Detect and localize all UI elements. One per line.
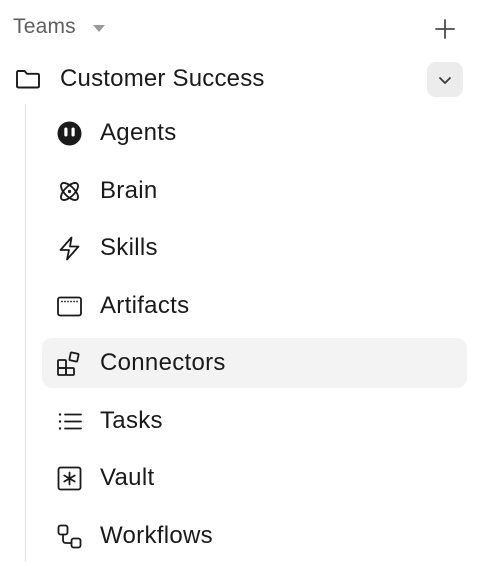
- sidebar-item-label: Tasks: [100, 407, 163, 434]
- sidebar-item-tasks[interactable]: Tasks: [42, 396, 467, 446]
- sidebar-item-label: Vault: [100, 464, 155, 491]
- chevron-down-icon: [439, 77, 451, 84]
- sidebar-item-label: Agents: [100, 119, 177, 146]
- asterisk-box-icon: [57, 466, 82, 491]
- blocks-icon: [57, 351, 80, 376]
- sidebar-item-workflows[interactable]: Workflows: [42, 511, 467, 561]
- window-icon: [57, 296, 82, 317]
- sidebar-item-vault[interactable]: Vault: [42, 453, 467, 503]
- sidebar-item-label: Skills: [100, 234, 158, 261]
- list-icon: [58, 413, 82, 430]
- teams-header: Teams: [0, 8, 478, 48]
- workflow-icon: [57, 524, 82, 549]
- lightning-icon: [59, 236, 80, 261]
- sidebar-item-label: Connectors: [100, 349, 226, 376]
- sidebar-item-agents[interactable]: Agents: [42, 108, 467, 158]
- sidebar-item-artifacts[interactable]: Artifacts: [42, 281, 467, 331]
- atom-icon: [60, 182, 79, 201]
- team-name: Customer Success: [60, 65, 265, 92]
- sidebar-item-skills[interactable]: Skills: [42, 223, 467, 273]
- sidebar-item-label: Artifacts: [100, 292, 190, 319]
- team-collapse-button[interactable]: [427, 62, 463, 97]
- sidebar-item-brain[interactable]: Brain: [42, 166, 467, 216]
- folder-icon: [16, 70, 40, 89]
- team-row-customer-success[interactable]: Customer Success: [0, 56, 478, 102]
- teams-title[interactable]: Teams: [13, 15, 76, 39]
- sidebar-item-connectors[interactable]: Connectors: [42, 338, 467, 388]
- sidebar-item-label: Workflows: [100, 522, 213, 549]
- tree-guide-line: [25, 104, 26, 562]
- plus-icon[interactable]: [432, 16, 458, 42]
- sidebar-item-label: Brain: [100, 177, 158, 204]
- agent-face-icon: [57, 121, 82, 146]
- caret-down-icon[interactable]: [93, 25, 105, 32]
